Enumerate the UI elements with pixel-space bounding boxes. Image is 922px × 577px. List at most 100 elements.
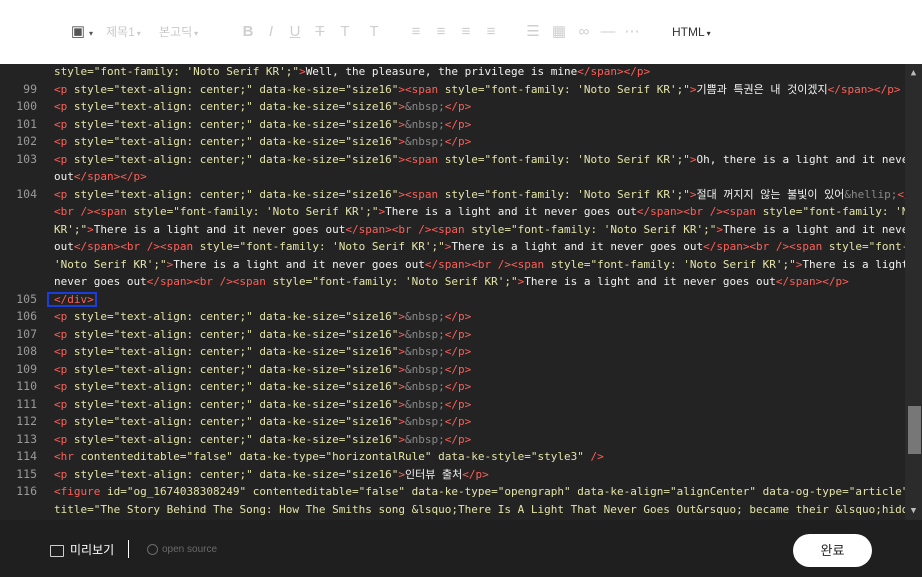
mode-select[interactable]: HTML ▾ [672, 22, 711, 42]
code-token: There is a light and it never goes out [385, 205, 637, 218]
code-token: Oh, there is a light and it never goes [696, 152, 922, 166]
code-token: "font-family: 'Noto Serif KR';" [484, 152, 690, 166]
code-token: <p [54, 327, 74, 341]
code-token: "size16" [345, 135, 399, 148]
code-token: style= [73, 327, 114, 341]
strikethrough-icon[interactable]: T [312, 22, 328, 42]
code-line[interactable]: 101 <p style="text-align: center;" data-k… [0, 116, 905, 134]
image-dropdown-caret[interactable]: ▾ [87, 22, 93, 42]
code-token: data-ke-size= [259, 310, 346, 323]
code-line[interactable]: 106 <p style="text-align: center;" data-k… [0, 308, 905, 326]
bold-icon[interactable]: B [240, 22, 256, 42]
code-token: &nbsp; [405, 135, 445, 148]
code-line[interactable]: <br /><span style="font-family: 'Noto Se… [0, 203, 922, 221]
code-token: "og_1674038308249" [126, 485, 253, 498]
code-token: style= [73, 100, 114, 113]
open-source-link[interactable]: open source [147, 543, 217, 557]
code-line[interactable]: 100 <p style="text-align: center;" data-k… [0, 98, 905, 116]
text-color-icon[interactable]: T [337, 22, 353, 42]
align-right-icon[interactable]: ≡ [458, 22, 474, 42]
code-line[interactable]: 105 </div> [0, 291, 905, 309]
table-icon[interactable]: ▦ [551, 22, 567, 42]
code-line[interactable]: 103 <p style="text-align: center;" data-k… [0, 151, 922, 169]
italic-icon[interactable]: I [263, 22, 279, 42]
code-token: &nbsp; [405, 380, 445, 393]
code-line[interactable]: 102 <p style="text-align: center;" data-k… [0, 133, 905, 151]
code-token: <p [54, 310, 74, 323]
bullet-list-icon[interactable]: ☰ [525, 22, 541, 42]
code-token: ><span [398, 152, 445, 166]
code-token: data-og-type= [762, 485, 849, 498]
code-line[interactable]: 114 <hr contenteditable="false" data-ke-t… [0, 448, 905, 466]
font-select[interactable]: 본고딕 ▾ [159, 22, 198, 42]
code-line[interactable]: 116 <figure id="og_1674038308249" content… [0, 483, 922, 501]
code-token: "text-align: center;" [113, 152, 260, 166]
code-token: "text-align: center;" [113, 327, 260, 341]
code-token: style= [73, 345, 114, 358]
code-token: "text-align: center;" [113, 432, 260, 446]
more-icon[interactable]: ⋯ [624, 22, 640, 42]
code-token: "font-family: 'Noto Serif KR';" [590, 257, 796, 271]
code-token: "size16" [345, 380, 399, 393]
code-token: data-ke-type= [239, 450, 326, 463]
horizontal-rule-icon[interactable]: — [600, 22, 616, 42]
align-justify-icon[interactable]: ≡ [483, 22, 499, 42]
code-token: <p [54, 187, 74, 201]
code-token: style= [73, 362, 114, 376]
code-token: data-ke-size= [259, 415, 346, 428]
underline-icon[interactable]: U [287, 22, 303, 42]
line-number: 113 [16, 431, 37, 446]
code-token: &nbsp; [405, 100, 445, 113]
code-token: style= [73, 415, 114, 428]
code-line[interactable]: 111 <p style="text-align: center;" data-k… [0, 396, 905, 414]
code-text: <p style="text-align: center;" data-ke-s… [54, 361, 471, 379]
code-line[interactable]: title="The Story Behind The Song: How Th… [0, 501, 922, 519]
scrollbar-thumb[interactable] [908, 406, 921, 454]
code-token: "size16" [345, 82, 399, 96]
code-line[interactable]: 'Noto Serif KR';">There is a light and i… [0, 256, 922, 274]
code-line[interactable]: 110 <p style="text-align: center;" data-k… [0, 378, 905, 396]
code-line[interactable]: out</span></p> [0, 168, 905, 186]
code-line[interactable]: 109 <p style="text-align: center;" data-k… [0, 361, 905, 379]
code-token: data-ke-size= [259, 432, 346, 446]
open-source-label: open source [162, 544, 218, 555]
align-left-icon[interactable]: ≡ [408, 22, 424, 42]
code-token: style= [762, 205, 803, 218]
heading-select[interactable]: 제목1 ▾ [106, 22, 141, 42]
link-icon[interactable]: ∞ [576, 22, 592, 42]
code-token: "opengraph" [497, 485, 578, 498]
code-token: id= [106, 485, 127, 498]
code-token: </span></p> [577, 65, 651, 78]
code-token: There is a light and it never goes out [451, 240, 704, 253]
code-line[interactable]: 113 <p style="text-align: center;" data-k… [0, 431, 905, 449]
code-token: "text-align: center;" [113, 310, 260, 323]
preview-button[interactable]: 미리보기 [50, 542, 114, 558]
code-token: <hr [54, 450, 81, 463]
code-line[interactable]: 107 <p style="text-align: center;" data-k… [0, 326, 905, 344]
code-line[interactable]: 104 <p style="text-align: center;" data-k… [0, 186, 922, 204]
code-line[interactable]: 115 <p style="text-align: center;" data-k… [0, 466, 905, 484]
done-button[interactable]: 완료 [793, 534, 872, 567]
scroll-down-icon[interactable]: ▼ [905, 504, 922, 518]
font-select-label: 본고딕 [159, 25, 193, 39]
code-token: "font-family: 'Noto Serif KR';" [312, 275, 518, 288]
code-line[interactable]: KR';">There is a light and it never goes… [0, 221, 922, 239]
monitor-icon [50, 544, 64, 557]
html-code-editor[interactable]: style="font-family: 'Noto Serif KR';">We… [0, 64, 922, 520]
code-line[interactable]: out</span><br /><span style="font-family… [0, 238, 922, 256]
vertical-scrollbar[interactable]: ▲ ▼ [905, 64, 922, 520]
align-center-icon[interactable]: ≡ [433, 22, 449, 42]
code-line[interactable]: 99 <p style="text-align: center;" data-ke… [0, 81, 905, 99]
code-token: data-ke-size= [259, 117, 346, 131]
code-token: "The Story Behind The Song: How The Smit… [93, 502, 922, 516]
code-token: "size16" [345, 432, 399, 446]
open-source-icon [147, 543, 158, 555]
scroll-up-icon[interactable]: ▲ [905, 66, 922, 80]
text-background-icon[interactable]: T [366, 22, 382, 42]
code-line[interactable]: 108 <p style="text-align: center;" data-k… [0, 343, 905, 361]
code-line[interactable]: never goes out</span><br /><span style="… [0, 273, 905, 291]
code-line[interactable]: style="font-family: 'Noto Serif KR';">We… [0, 64, 905, 81]
image-icon[interactable]: ▣ [70, 22, 86, 42]
code-token: style= [73, 135, 114, 148]
code-line[interactable]: 112 <p style="text-align: center;" data-k… [0, 413, 905, 431]
